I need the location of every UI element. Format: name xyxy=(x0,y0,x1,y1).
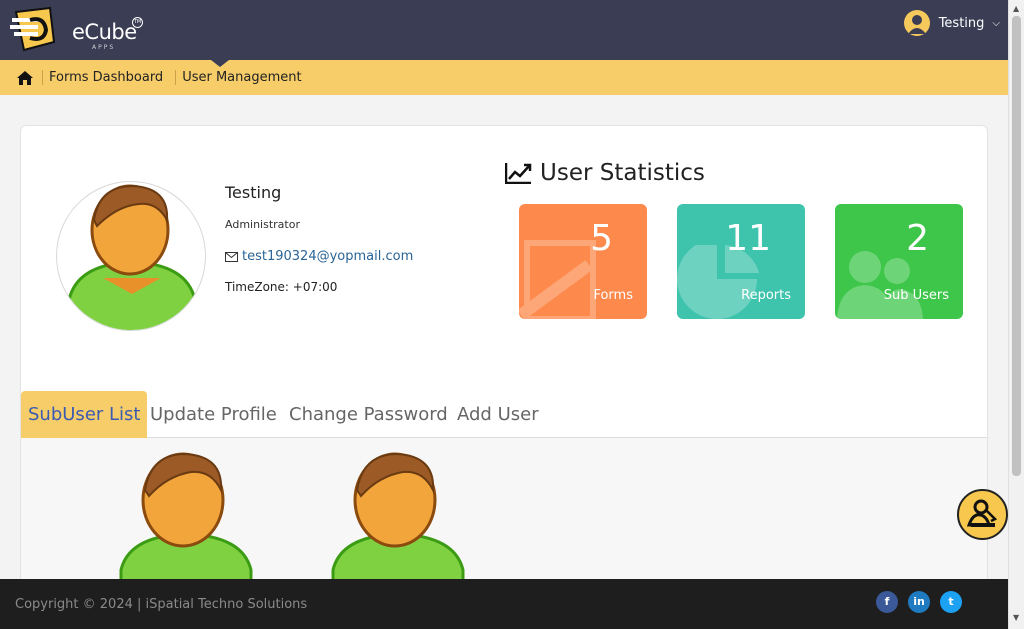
user-avatar-icon xyxy=(67,184,197,330)
logo-trademark: TM xyxy=(132,17,143,28)
user-avatar-icon xyxy=(331,452,465,582)
logo-subtext: APPS xyxy=(92,44,116,51)
tab-update-profile[interactable]: Update Profile xyxy=(150,391,277,438)
ecube-logo-icon xyxy=(10,6,56,52)
stat-reports-value: 11 xyxy=(725,218,771,259)
home-icon[interactable] xyxy=(16,70,34,86)
chevron-down-icon: ⌵ xyxy=(992,17,1000,29)
vertical-scrollbar[interactable]: ▲ ▼ xyxy=(1008,0,1024,629)
stat-tile-reports[interactable]: 11 Reports xyxy=(677,204,805,319)
stat-forms-value: 5 xyxy=(590,218,613,259)
user-statistics-heading: User Statistics xyxy=(505,160,705,186)
scroll-up-arrow-icon[interactable]: ▲ xyxy=(1013,4,1019,13)
profile-card: Testing Administrator test190324@yopmail… xyxy=(20,125,988,586)
logo-wordmark: eCube xyxy=(72,20,137,44)
scroll-down-arrow-icon[interactable]: ▼ xyxy=(1013,613,1019,622)
user-avatar-icon xyxy=(903,10,930,36)
user-statistics-title: User Statistics xyxy=(540,160,705,186)
profile-email-link[interactable]: test190324@yopmail.com xyxy=(242,249,413,264)
stat-tile-sub-users[interactable]: 2 Sub Users xyxy=(835,204,963,319)
profile-email[interactable]: test190324@yopmail.com xyxy=(225,249,413,264)
line-chart-icon xyxy=(505,163,532,184)
facebook-icon[interactable]: f xyxy=(876,591,898,613)
breadcrumb-active-indicator xyxy=(211,60,229,67)
support-agent-icon xyxy=(966,499,998,527)
profile-name: Testing xyxy=(225,183,282,202)
breadcrumb-user-management[interactable]: User Management xyxy=(175,70,307,85)
tab-subuser-list[interactable]: SubUser List xyxy=(21,391,148,438)
tab-change-password[interactable]: Change Password xyxy=(289,391,448,438)
help-chat-button[interactable] xyxy=(957,489,1008,540)
footer: Copyright © 2024 | iSpatial Techno Solut… xyxy=(0,579,1008,629)
user-avatar-icon xyxy=(119,452,253,582)
linkedin-icon[interactable]: in xyxy=(908,591,930,613)
stat-sub-users-label: Sub Users xyxy=(883,288,949,303)
profile-avatar xyxy=(56,181,206,331)
scrollbar-thumb[interactable] xyxy=(1012,16,1021,476)
stat-reports-label: Reports xyxy=(741,288,791,303)
twitter-icon[interactable]: t xyxy=(940,591,962,613)
tab-add-user[interactable]: Add User xyxy=(457,391,539,438)
subuser-avatar[interactable] xyxy=(329,452,467,582)
profile-role: Administrator xyxy=(225,218,300,231)
copyright-text: Copyright © 2024 | iSpatial Techno Solut… xyxy=(15,597,308,612)
breadcrumb: Forms Dashboard User Management xyxy=(0,60,1008,95)
stat-sub-users-value: 2 xyxy=(906,218,929,259)
profile-tabs: SubUser List Update Profile Change Passw… xyxy=(21,391,987,438)
ecube-logo[interactable]: eCube APPS TM xyxy=(10,6,143,52)
stat-forms-label: Forms xyxy=(593,288,633,303)
user-menu-dropdown[interactable]: Testing ⌵ xyxy=(903,10,1000,36)
subuser-list-panel xyxy=(21,438,987,586)
breadcrumb-forms-dashboard[interactable]: Forms Dashboard xyxy=(42,70,169,85)
profile-timezone: TimeZone: +07:00 xyxy=(225,280,338,294)
stat-tile-forms[interactable]: 5 Forms xyxy=(519,204,647,319)
envelope-icon xyxy=(225,251,238,262)
user-menu-name: Testing xyxy=(938,15,985,31)
top-navbar: eCube APPS TM Testing ⌵ xyxy=(0,0,1008,60)
subuser-avatar[interactable] xyxy=(117,452,255,582)
